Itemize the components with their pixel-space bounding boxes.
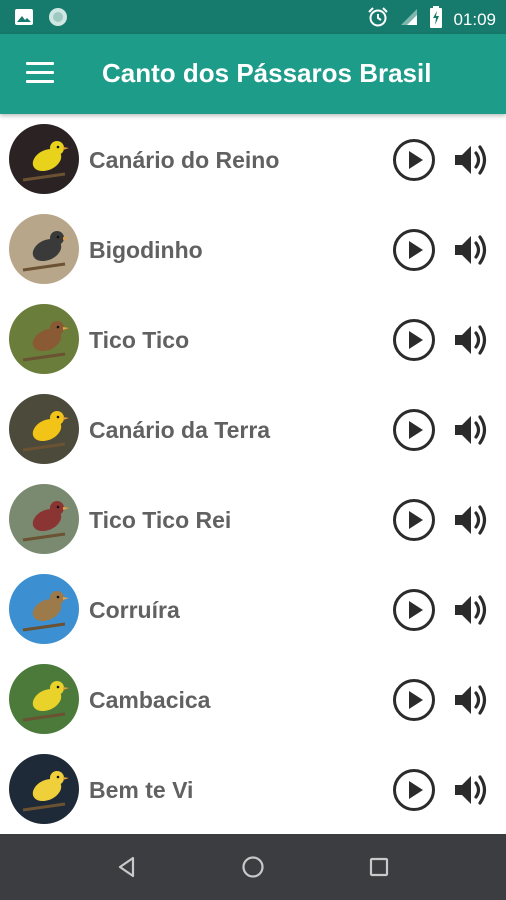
bird-row[interactable]: Canário da Terra	[0, 384, 506, 474]
play-circle-icon[interactable]	[392, 138, 436, 182]
home-icon[interactable]	[238, 852, 268, 882]
volume-icon[interactable]	[452, 230, 492, 270]
alarm-icon	[367, 6, 389, 33]
bird-list: Canário do Reino Bigodinho Tico Tico Canári…	[0, 114, 506, 834]
app-bar: Canto dos Pássaros Brasil	[0, 34, 506, 114]
play-circle-icon[interactable]	[392, 498, 436, 542]
bird-row[interactable]: Tico Tico Rei	[0, 474, 506, 564]
status-right: 01:09	[367, 6, 496, 33]
status-bar: 01:09	[0, 0, 506, 34]
image-icon	[14, 7, 34, 32]
bird-avatar	[9, 214, 79, 284]
bird-avatar	[9, 484, 79, 554]
bird-avatar	[9, 394, 79, 464]
bird-row[interactable]: Tico Tico	[0, 294, 506, 384]
status-time: 01:09	[453, 9, 496, 29]
bird-name: Corruíra	[89, 597, 180, 623]
recents-icon[interactable]	[364, 852, 394, 882]
play-circle-icon[interactable]	[392, 588, 436, 632]
volume-icon[interactable]	[452, 410, 492, 450]
app-title: Canto dos Pássaros Brasil	[102, 58, 432, 88]
play-circle-icon[interactable]	[392, 678, 436, 722]
bird-name: Canário da Terra	[89, 417, 271, 443]
bird-name: Canário do Reino	[89, 147, 280, 173]
play-circle-icon[interactable]	[392, 408, 436, 452]
bird-name: Bigodinho	[89, 237, 203, 263]
status-left	[14, 7, 68, 32]
bird-row[interactable]: Cambacica	[0, 654, 506, 744]
bird-name: Tico Tico	[89, 327, 190, 353]
menu-icon[interactable]	[26, 62, 54, 84]
volume-icon[interactable]	[452, 680, 492, 720]
bird-avatar	[9, 304, 79, 374]
bird-row[interactable]: Bem te Vi	[0, 744, 506, 834]
back-icon[interactable]	[112, 852, 142, 882]
bird-avatar	[9, 664, 79, 734]
bird-row[interactable]: Corruíra	[0, 564, 506, 654]
play-circle-icon[interactable]	[392, 318, 436, 362]
bird-avatar	[9, 574, 79, 644]
volume-icon[interactable]	[452, 140, 492, 180]
battery-charging-icon	[429, 6, 443, 33]
bird-row[interactable]: Canário do Reino	[0, 114, 506, 204]
navigation-bar	[0, 834, 506, 900]
play-circle-icon[interactable]	[392, 228, 436, 272]
bird-name: Bem te Vi	[89, 777, 194, 803]
bird-row[interactable]: Bigodinho	[0, 204, 506, 294]
volume-icon[interactable]	[452, 500, 492, 540]
volume-icon[interactable]	[452, 590, 492, 630]
bird-avatar	[9, 754, 79, 824]
signal-icon	[399, 7, 419, 32]
volume-icon[interactable]	[452, 320, 492, 360]
circle-notification-icon	[48, 7, 68, 32]
bird-avatar	[9, 124, 79, 194]
bird-name: Tico Tico Rei	[89, 507, 232, 533]
bird-name: Cambacica	[89, 687, 211, 713]
play-circle-icon[interactable]	[392, 768, 436, 812]
volume-icon[interactable]	[452, 770, 492, 810]
